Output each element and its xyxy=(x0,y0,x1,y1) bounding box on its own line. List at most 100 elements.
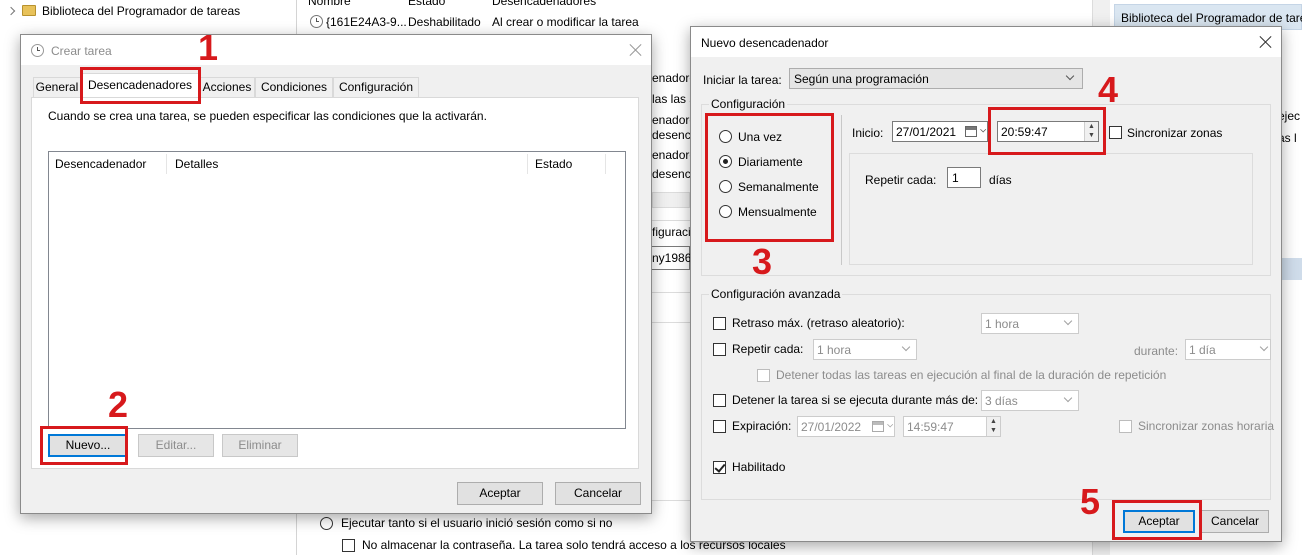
repetir-unit: días xyxy=(989,173,1012,187)
column-header-status[interactable]: Estado xyxy=(535,157,572,171)
iniciar-select[interactable]: Según una programación xyxy=(789,68,1083,89)
close-icon[interactable] xyxy=(627,41,645,59)
divider xyxy=(652,292,690,293)
expiracion-time-value: 14:59:47 xyxy=(907,420,954,434)
repetir-label: Repetir cada: xyxy=(865,173,937,187)
time-spinner[interactable]: ▲ ▼ xyxy=(986,417,1000,436)
close-icon[interactable] xyxy=(1257,33,1275,51)
column-divider xyxy=(527,154,528,174)
actions-pane-title: Biblioteca del Programador de tare xyxy=(1121,11,1302,25)
durante-select[interactable]: 1 día xyxy=(1185,339,1271,360)
annotation-box-time xyxy=(988,107,1106,155)
calendar-icon[interactable] xyxy=(872,421,884,432)
sincronizar-horaria-checkbox[interactable] xyxy=(1119,420,1132,433)
spin-up-icon[interactable]: ▲ xyxy=(987,417,1000,426)
detener-tarea-select[interactable]: 3 días xyxy=(981,390,1079,411)
expiracion-date-value: 27/01/2022 xyxy=(801,420,862,434)
tab-acciones[interactable]: Acciones xyxy=(199,77,255,97)
tab-condiciones[interactable]: Condiciones xyxy=(255,77,333,97)
eliminar-button[interactable]: Eliminar xyxy=(222,434,298,457)
expiracion-time-field[interactable]: 14:59:47 ▲ ▼ xyxy=(903,416,1001,437)
tab-label: Condiciones xyxy=(260,80,328,94)
repetir-cada-select[interactable]: 1 hora xyxy=(813,339,917,360)
config-group-label: Configuración xyxy=(709,97,788,111)
annotation-number-1: 1 xyxy=(198,27,219,68)
retraso-checkbox[interactable] xyxy=(713,317,726,330)
chevron-down-icon xyxy=(980,127,986,133)
column-divider xyxy=(605,154,606,174)
annotation-box-tab xyxy=(80,67,201,104)
tab-label: General xyxy=(35,80,79,94)
nuevo-desencadenador-title: Nuevo desencadenador xyxy=(701,36,829,50)
column-header-status[interactable]: Estado xyxy=(408,0,445,8)
detener-tarea-checkbox[interactable] xyxy=(713,394,726,407)
triggers-description: Cuando se crea una tarea, se pueden espe… xyxy=(48,109,487,123)
annotation-box-radios xyxy=(705,113,834,242)
advanced-group-label: Configuración avanzada xyxy=(709,287,843,301)
calendar-icon[interactable] xyxy=(965,126,977,137)
crear-tarea-cancelar-button[interactable]: Cancelar xyxy=(555,482,641,505)
tree-item-library[interactable]: Biblioteca del Programador de tareas xyxy=(4,1,294,21)
inicio-date-picker[interactable]: 27/01/2021 xyxy=(892,121,988,142)
repetir-input[interactable]: 1 xyxy=(947,167,981,188)
repetir-value: 1 xyxy=(952,171,959,185)
tree-item-label: Biblioteca del Programador de tareas xyxy=(42,4,241,18)
column-header-name[interactable]: Nombre xyxy=(308,0,351,8)
nuevo-desencadenador-titlebar: Nuevo desencadenador xyxy=(691,27,1281,57)
tab-configuracion[interactable]: Configuración xyxy=(333,77,419,97)
background-user-field: ny1986@ xyxy=(650,246,704,270)
chevron-down-icon xyxy=(1260,344,1269,353)
durante-value: 1 día xyxy=(1189,343,1216,357)
annotation-number-4: 4 xyxy=(1098,69,1119,110)
detener-tarea-label: Detener la tarea si se ejecuta durante m… xyxy=(732,393,979,407)
nuevo-desencadenador-cancelar-button[interactable]: Cancelar xyxy=(1201,510,1269,533)
spin-down-icon[interactable]: ▼ xyxy=(987,426,1000,435)
column-header-trigger[interactable]: Desencadenador xyxy=(55,157,146,171)
clock-icon xyxy=(310,15,323,28)
retraso-select[interactable]: 1 hora xyxy=(981,313,1079,334)
durante-label: durante: xyxy=(1134,344,1179,358)
iniciar-value: Según una programación xyxy=(794,72,929,86)
habilitado-checkbox[interactable] xyxy=(713,461,726,474)
background-password-checkbox[interactable] xyxy=(342,539,355,552)
habilitado-label: Habilitado xyxy=(732,460,786,474)
crear-tarea-aceptar-button[interactable]: Aceptar xyxy=(457,482,543,505)
repetir-cada-value: 1 hora xyxy=(817,343,852,357)
expiracion-label: Expiración: xyxy=(732,419,792,433)
detener-todas-checkbox[interactable] xyxy=(757,369,770,382)
repetir-cada-label: Repetir cada: xyxy=(732,342,804,356)
annotation-number-3: 3 xyxy=(752,241,773,282)
background-scrollbar-h[interactable] xyxy=(652,192,690,208)
task-row-status: Deshabilitado xyxy=(408,15,481,29)
triggers-list[interactable]: Desencadenador Detalles Estado xyxy=(48,151,626,429)
clock-icon xyxy=(31,44,44,57)
chevron-down-icon xyxy=(1064,395,1073,404)
task-row-trigger: Al crear o modificar la tarea xyxy=(492,15,639,29)
tab-label: Configuración xyxy=(338,80,414,94)
expiracion-checkbox[interactable] xyxy=(713,420,726,433)
crear-tarea-titlebar: Crear tarea xyxy=(21,35,651,65)
chevron-right-icon[interactable] xyxy=(6,6,16,16)
expiracion-date-picker[interactable]: 27/01/2022 xyxy=(797,416,895,437)
tab-general[interactable]: General xyxy=(33,77,81,97)
chevron-down-icon xyxy=(887,422,893,428)
chevron-down-icon xyxy=(902,344,911,353)
repetir-cada-checkbox[interactable] xyxy=(713,343,726,356)
sincronizar-horaria-label: Sincronizar zonas horaria xyxy=(1138,419,1275,433)
divider xyxy=(652,220,690,221)
folder-icon xyxy=(22,5,36,16)
crear-tarea-title: Crear tarea xyxy=(51,44,112,58)
column-header-triggers[interactable]: Desencadenadores xyxy=(492,0,596,8)
chevron-down-icon xyxy=(1066,73,1075,82)
column-header-details[interactable]: Detalles xyxy=(175,157,218,171)
inicio-label: Inicio: xyxy=(852,126,884,140)
tab-label: Acciones xyxy=(202,80,252,94)
editar-button[interactable]: Editar... xyxy=(138,434,214,457)
background-logon-radio-label: Ejecutar tanto si el usuario inició sesi… xyxy=(341,516,613,530)
sincronizar-zonas-checkbox[interactable] xyxy=(1109,126,1122,139)
background-logon-radio[interactable] xyxy=(320,517,333,530)
vertical-separator xyxy=(841,115,842,265)
annotation-number-2: 2 xyxy=(108,384,129,425)
task-row-name: {161E24A3-9... xyxy=(326,15,407,29)
iniciar-label: Iniciar la tarea: xyxy=(703,73,782,87)
